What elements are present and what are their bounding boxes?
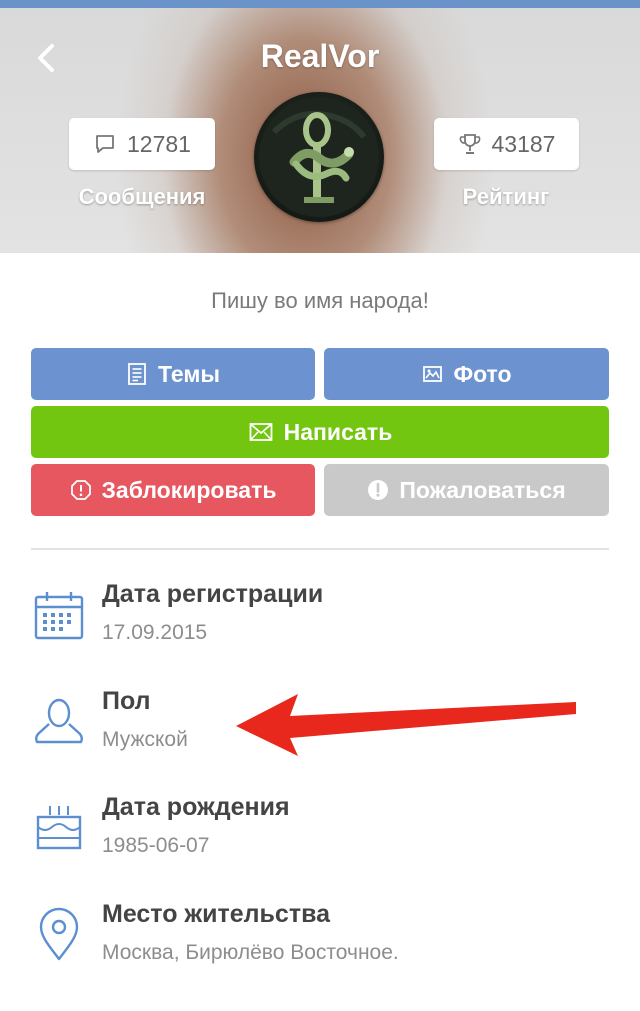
messages-count: 12781 — [127, 130, 191, 157]
write-button-label: Написать — [283, 418, 393, 445]
messages-count-box[interactable]: 12781 — [69, 118, 215, 170]
rating-count: 43187 — [491, 130, 556, 157]
rating-label: Рейтинг — [462, 184, 550, 209]
rating-count-box[interactable]: 43187 — [434, 118, 579, 170]
person-icon — [30, 694, 88, 752]
annotation-arrow — [236, 694, 576, 756]
profile-motto: Пишу во имя народа! — [211, 288, 429, 313]
image-icon — [423, 366, 443, 382]
profile-header: RealVor 12781 43187 Сообщения Рейтинг — [0, 8, 640, 253]
residence-title: Место жительства — [102, 900, 331, 928]
birth-date-value: 1985-06-07 — [102, 834, 210, 857]
avatar[interactable] — [254, 92, 384, 222]
birth-date-title: Дата рождения — [102, 793, 290, 821]
gender-title: Пол — [102, 687, 151, 715]
calendar-icon — [30, 588, 88, 646]
write-message-button[interactable]: Написать — [31, 406, 609, 458]
document-icon — [128, 363, 146, 385]
report-button-label: Пожаловаться — [399, 476, 566, 503]
report-user-button[interactable]: Пожаловаться — [324, 464, 609, 516]
profile-username: RealVor — [260, 38, 380, 74]
status-bar-strip — [0, 0, 640, 8]
registration-date-title: Дата регистрации — [102, 580, 324, 608]
photo-button[interactable]: Фото — [324, 348, 609, 400]
exclamation-circle-icon — [368, 480, 389, 500]
location-pin-icon — [30, 905, 88, 963]
block-user-button[interactable]: Заблокировать — [31, 464, 315, 516]
registration-date-value: 17.09.2015 — [102, 621, 208, 644]
topics-button-label: Темы — [157, 360, 221, 387]
topics-button[interactable]: Темы — [31, 348, 315, 400]
messages-label: Сообщения — [78, 184, 206, 209]
trophy-icon — [459, 134, 480, 154]
speech-bubble-icon — [96, 135, 114, 153]
envelope-icon — [249, 423, 273, 441]
block-button-label: Заблокировать — [101, 476, 277, 503]
photo-button-label: Фото — [453, 360, 512, 387]
residence-value: Москва, Бирюлёво Восточное. — [102, 941, 399, 964]
cake-icon — [30, 800, 88, 858]
avatar-image — [259, 97, 379, 217]
octagon-warning-icon — [70, 480, 91, 500]
gender-value: Мужской — [102, 728, 188, 751]
section-divider — [31, 548, 609, 550]
